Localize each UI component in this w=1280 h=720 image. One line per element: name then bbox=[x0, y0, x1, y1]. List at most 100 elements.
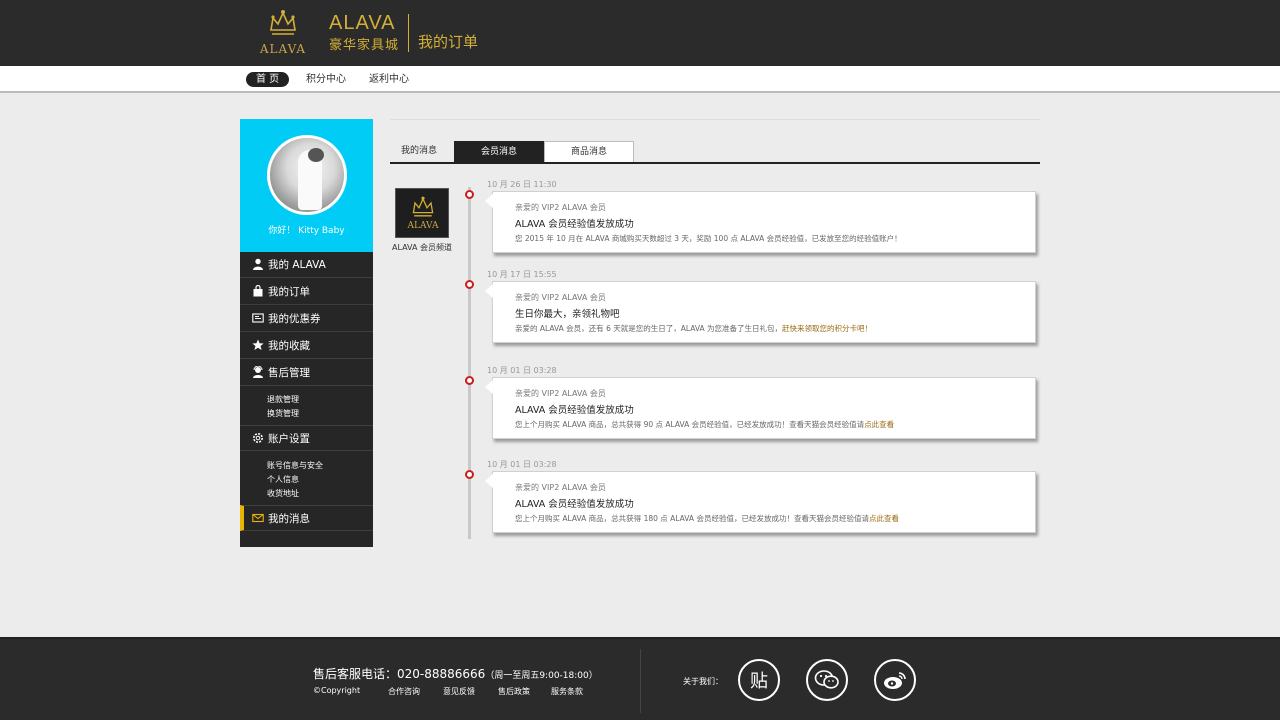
message-card[interactable]: 亲爱的 VIP2 ALAVA 会员 生日你最大，亲领礼物吧 亲爱的 ALAVA … bbox=[485, 281, 1036, 343]
page-title: 我的订单 bbox=[418, 33, 479, 51]
sidebar-item-messages[interactable]: 我的消息 bbox=[240, 505, 373, 531]
service-icon bbox=[251, 365, 264, 379]
user-icon bbox=[251, 258, 264, 271]
tab-product-messages[interactable]: 商品消息 bbox=[544, 141, 634, 162]
brand-subtitle: 豪华家具城 bbox=[329, 38, 400, 53]
message-from: 亲爱的 VIP2 ALAVA 会员 bbox=[515, 203, 606, 212]
brand-emblem-text: ALAVA bbox=[259, 42, 307, 56]
avatar[interactable] bbox=[267, 135, 347, 215]
sidebar-item-label: 账户设置 bbox=[268, 432, 310, 445]
message-from: 亲爱的 VIP2 ALAVA 会员 bbox=[515, 483, 606, 492]
footer-link-policy[interactable]: 售后政策 bbox=[498, 686, 530, 697]
message-body-text: 您上个月购买 ALAVA 商品，总共获得 90 点 ALAVA 会员经验值，已经… bbox=[515, 420, 865, 429]
footer: 售后客服电话：020-88886666（周一至周五9:00-18:00） ©Co… bbox=[0, 637, 1280, 720]
sidebar-item-label: 我的订单 bbox=[268, 286, 310, 298]
tab-my-messages[interactable]: 我的消息 bbox=[390, 141, 448, 162]
message-body: 您 2015 年 10 月在 ALAVA 商城购买天数超过 3 天，奖励 100… bbox=[515, 233, 902, 244]
brand-name: ALAVA bbox=[329, 12, 396, 34]
message-link[interactable]: 点此查看 bbox=[869, 514, 899, 523]
greeting-text: 你好！ Kitty Baby bbox=[268, 226, 345, 236]
timeline-dot bbox=[465, 280, 474, 289]
weibo-glyph bbox=[884, 672, 906, 689]
sidebar-item-label: 售后管理 bbox=[268, 367, 310, 379]
message-body-text: 您上个月购买 ALAVA 商品，总共获得 180 点 ALAVA 会员经验值，已… bbox=[515, 514, 869, 523]
hotline: 售后客服电话：020-88886666（周一至周五9:00-18:00） bbox=[313, 665, 598, 682]
message-body: 亲爱的 ALAVA 会员，还有 6 天就是您的生日了，ALAVA 为您准备了生日… bbox=[515, 323, 872, 334]
nav-item-rebate[interactable]: 返利中心 bbox=[369, 72, 409, 87]
message-time: 10 月 17 日 15:55 bbox=[487, 270, 557, 279]
message-link[interactable]: 点此查看 bbox=[864, 420, 894, 429]
message-title: ALAVA 会员经验值发放成功 bbox=[515, 405, 634, 416]
sidebar-subitem-profile[interactable]: 个人信息 bbox=[267, 474, 299, 485]
nav-item-points[interactable]: 积分中心 bbox=[306, 72, 346, 87]
hotline-hours: （周一至周五9:00-18:00） bbox=[485, 671, 598, 681]
sidebar-item-orders[interactable]: 我的订单 bbox=[240, 279, 373, 305]
message-card[interactable]: 亲爱的 VIP2 ALAVA 会员 ALAVA 会员经验值发放成功 您 2015… bbox=[485, 191, 1036, 253]
timeline-dot bbox=[465, 376, 474, 385]
mail-icon bbox=[251, 512, 264, 525]
timeline-dot bbox=[465, 190, 474, 199]
sidebar-item-coupons[interactable]: 我的优惠券 bbox=[240, 306, 373, 332]
timeline-dot bbox=[465, 470, 474, 479]
footer-link-terms[interactable]: 服务条款 bbox=[551, 686, 583, 697]
sidebar-subitem-exchanges[interactable]: 换货管理 bbox=[267, 408, 299, 419]
message-title: ALAVA 会员经验值发放成功 bbox=[515, 219, 634, 230]
weibo-icon[interactable] bbox=[874, 659, 916, 701]
avatar-hair bbox=[308, 148, 324, 162]
message-tabs: 我的消息 会员消息 商品消息 bbox=[390, 141, 1040, 164]
timeline-line bbox=[468, 187, 471, 539]
sidebar-item-label: 我的优惠券 bbox=[268, 313, 321, 325]
message-title: 生日你最大，亲领礼物吧 bbox=[515, 309, 620, 320]
gear-icon bbox=[251, 432, 264, 445]
sidebar-item-label: 我的消息 bbox=[268, 512, 310, 525]
sidebar-subitem-security[interactable]: 账号信息与安全 bbox=[267, 460, 323, 471]
tab-member-messages[interactable]: 会员消息 bbox=[454, 141, 544, 162]
message-title: ALAVA 会员经验值发放成功 bbox=[515, 499, 634, 510]
hotline-label: 售后客服电话：020-88886666 bbox=[313, 667, 486, 681]
sidebar-item-label: 我的 ALAVA bbox=[268, 259, 326, 271]
message-time: 10 月 01 日 03:28 bbox=[487, 366, 557, 375]
footer-link-copyright[interactable]: ©Copyright bbox=[313, 686, 360, 695]
message-body-text: 您 2015 年 10 月在 ALAVA 商城购买天数超过 3 天，奖励 100… bbox=[515, 234, 902, 243]
sidebar-item-account-settings[interactable]: 账户设置 bbox=[240, 425, 373, 451]
follow-label: 关于我们： bbox=[683, 677, 723, 686]
message-time: 10 月 26 日 11:30 bbox=[487, 180, 557, 189]
message-time: 10 月 01 日 03:28 bbox=[487, 460, 557, 469]
sidebar-subitem-address[interactable]: 收货地址 bbox=[267, 488, 299, 499]
message-body: 您上个月购买 ALAVA 商品，总共获得 90 点 ALAVA 会员经验值，已经… bbox=[515, 419, 894, 430]
message-from: 亲爱的 VIP2 ALAVA 会员 bbox=[515, 389, 606, 398]
sender-logo-text: ALAVA bbox=[407, 221, 439, 231]
star-icon bbox=[251, 339, 264, 352]
sidebar-subitem-refunds[interactable]: 退款管理 bbox=[267, 394, 299, 405]
coupon-icon bbox=[251, 312, 264, 325]
message-body-text: 亲爱的 ALAVA 会员，还有 6 天就是您的生日了，ALAVA 为您准备了生日… bbox=[515, 324, 783, 333]
crown-icon bbox=[412, 196, 434, 217]
brand-emblem[interactable]: ALAVA bbox=[253, 8, 313, 58]
header-divider bbox=[408, 14, 409, 52]
wechat-icon[interactable] bbox=[806, 659, 848, 701]
sidebar-item-my-alava[interactable]: 我的 ALAVA bbox=[240, 252, 373, 278]
nav-item-home[interactable]: 首 页 bbox=[246, 72, 290, 87]
message-link[interactable]: 赶快来领取您的积分卡吧！ bbox=[782, 324, 872, 333]
tieba-icon[interactable]: 贴 bbox=[738, 659, 780, 701]
message-body: 您上个月购买 ALAVA 商品，总共获得 180 点 ALAVA 会员经验值，已… bbox=[515, 513, 899, 524]
message-card[interactable]: 亲爱的 VIP2 ALAVA 会员 ALAVA 会员经验值发放成功 您上个月购买… bbox=[485, 377, 1036, 439]
sidebar-item-favorites[interactable]: 我的收藏 bbox=[240, 333, 373, 359]
footer-divider bbox=[640, 649, 641, 713]
sender-name: ALAVA 会员频道 bbox=[391, 243, 453, 252]
top-header: ALAVA ALAVA 豪华家具城 我的订单 bbox=[0, 0, 1280, 66]
message-from: 亲爱的 VIP2 ALAVA 会员 bbox=[515, 293, 606, 302]
sidebar: 你好！ Kitty Baby 我的 ALAVA 我的订单 我的优惠券 我的收藏 … bbox=[240, 119, 373, 547]
sidebar-item-label: 我的收藏 bbox=[268, 340, 310, 352]
footer-link-feedback[interactable]: 意见反馈 bbox=[443, 686, 475, 697]
content-top-rule bbox=[390, 119, 1040, 120]
nav-bar: 首 页 积分中心 返利中心 bbox=[0, 66, 1280, 93]
message-card[interactable]: 亲爱的 VIP2 ALAVA 会员 ALAVA 会员经验值发放成功 您上个月购买… bbox=[485, 471, 1036, 533]
sidebar-item-after-sales[interactable]: 售后管理 bbox=[240, 360, 373, 386]
profile-panel: 你好！ Kitty Baby bbox=[240, 119, 373, 252]
wechat-glyph bbox=[814, 670, 839, 689]
crown-icon bbox=[270, 10, 296, 35]
bag-icon bbox=[251, 284, 264, 298]
footer-link-cooperation[interactable]: 合作咨询 bbox=[388, 686, 420, 697]
sender-logo: ALAVA bbox=[395, 188, 449, 238]
